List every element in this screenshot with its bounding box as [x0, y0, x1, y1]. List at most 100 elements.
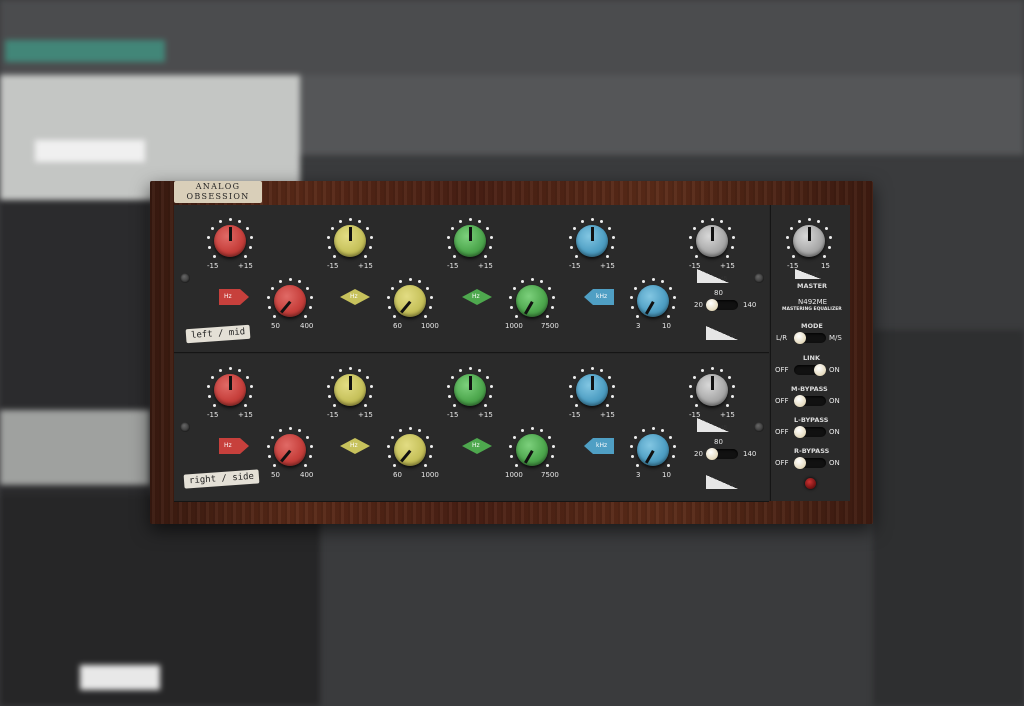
r-bypass-toggle[interactable]	[794, 457, 826, 469]
scale-dot	[390, 435, 394, 439]
scale-dot	[327, 395, 331, 399]
band4-freq-max: 10	[662, 322, 671, 330]
band1-shape-button[interactable]: Hz	[219, 438, 249, 454]
scale-dot	[630, 455, 634, 459]
scale-dot	[673, 296, 677, 300]
scale-dot	[710, 366, 714, 370]
band4-freq-knob[interactable]	[637, 434, 669, 466]
m-bypass-toggle[interactable]	[794, 395, 826, 407]
scale-dot	[452, 255, 456, 259]
band2-gain-knob[interactable]	[334, 225, 366, 257]
hpf-max-label: 140	[743, 450, 757, 458]
band4-gain-max: +15	[600, 262, 615, 270]
scale-dot	[270, 435, 274, 439]
scale-dot	[669, 435, 673, 439]
band2-freq-knob[interactable]	[394, 434, 426, 466]
band4-freq-knob[interactable]	[637, 285, 669, 317]
scale-dot	[326, 385, 330, 389]
scale-dot	[327, 246, 331, 250]
band4-shape-button[interactable]: kHz	[584, 289, 614, 305]
band1-gain-min: -15	[207, 262, 219, 270]
scale-dot	[348, 217, 352, 221]
band1-freq-knob[interactable]	[274, 285, 306, 317]
scale-dot	[446, 236, 450, 240]
hpf-toggle[interactable]	[706, 448, 738, 460]
scale-dot	[568, 236, 572, 240]
scale-dot	[218, 219, 222, 223]
band3-shape-button[interactable]: Hz	[462, 438, 492, 454]
scale-dot	[490, 236, 494, 240]
master-section: -15 15 dB MASTER N492ME MASTERING EQUALI…	[770, 205, 850, 501]
scale-dot	[489, 395, 493, 399]
band2-gain-knob[interactable]	[334, 374, 366, 406]
band3-gain-max: +15	[478, 411, 493, 419]
scale-dot	[246, 375, 250, 379]
scale-dot	[569, 395, 573, 399]
scale-dot	[590, 366, 594, 370]
brand-line1: ANALOG	[195, 182, 241, 191]
scale-dot	[418, 279, 422, 283]
band4-shape-button[interactable]: kHz	[584, 438, 614, 454]
l-bypass-toggle[interactable]	[794, 426, 826, 438]
scale-dot	[418, 428, 422, 432]
master-gain-knob[interactable]	[793, 225, 825, 257]
hpf-toggle[interactable]	[706, 299, 738, 311]
band2-freq-knob[interactable]	[394, 285, 426, 317]
l-bypass-off-label: OFF	[775, 428, 789, 436]
scale-dot	[387, 455, 391, 459]
band1-gain-knob[interactable]	[214, 225, 246, 257]
band4-freq-min: 3	[636, 322, 641, 330]
scale-dot	[552, 296, 556, 300]
scale-dot	[600, 368, 604, 372]
scale-dot	[452, 404, 456, 408]
hpf-80-label: 80	[714, 289, 723, 297]
hpf-80-label: 80	[714, 438, 723, 446]
scale-dot	[370, 236, 374, 240]
band3-gain-knob[interactable]	[454, 374, 486, 406]
band2-freq-min: 60	[393, 322, 402, 330]
scale-dot	[249, 246, 253, 250]
output-gain-knob[interactable]	[696, 225, 728, 257]
band3-gain-knob[interactable]	[454, 225, 486, 257]
row-name-tag: right / side	[183, 469, 260, 489]
scale-dot	[458, 219, 462, 223]
band4-gain-knob[interactable]	[576, 225, 608, 257]
scale-dot	[298, 428, 302, 432]
output-gain-knob[interactable]	[696, 374, 728, 406]
band1-gain-knob[interactable]	[214, 374, 246, 406]
scale-dot	[366, 375, 370, 379]
scale-dot	[387, 306, 391, 310]
band2-shape-button[interactable]: Hz	[340, 289, 370, 305]
row-name-tag: left / mid	[185, 324, 251, 344]
mode-toggle[interactable]	[794, 332, 826, 344]
scale-dot	[726, 255, 730, 259]
band3-freq-knob[interactable]	[516, 285, 548, 317]
scale-dot	[486, 375, 490, 379]
scale-dot	[430, 296, 434, 300]
band3-freq-knob[interactable]	[516, 434, 548, 466]
scale-dot	[548, 435, 552, 439]
scale-dot	[629, 296, 633, 300]
band1-shape-button[interactable]: Hz	[219, 289, 249, 305]
hpf-min-label: 20	[694, 301, 703, 309]
scale-dot	[732, 236, 736, 240]
scale-dot	[667, 315, 671, 319]
master-db-ramp-icon: dB	[795, 269, 821, 279]
scale-dot	[797, 219, 801, 223]
scale-dot	[552, 445, 556, 449]
scale-dot	[408, 277, 412, 281]
scale-dot	[238, 219, 242, 223]
scale-dot	[309, 306, 313, 310]
r-bypass-label: R-BYPASS	[794, 447, 830, 455]
scale-dot	[309, 455, 313, 459]
band3-shape-button[interactable]: Hz	[462, 289, 492, 305]
link-toggle[interactable]	[794, 364, 826, 376]
scale-dot	[590, 217, 594, 221]
band1-freq-knob[interactable]	[274, 434, 306, 466]
scale-dot	[630, 306, 634, 310]
scale-dot	[392, 315, 396, 319]
band4-gain-knob[interactable]	[576, 374, 608, 406]
hpf-max-label: 140	[743, 301, 757, 309]
scale-dot	[210, 226, 214, 230]
band2-shape-button[interactable]: Hz	[340, 438, 370, 454]
